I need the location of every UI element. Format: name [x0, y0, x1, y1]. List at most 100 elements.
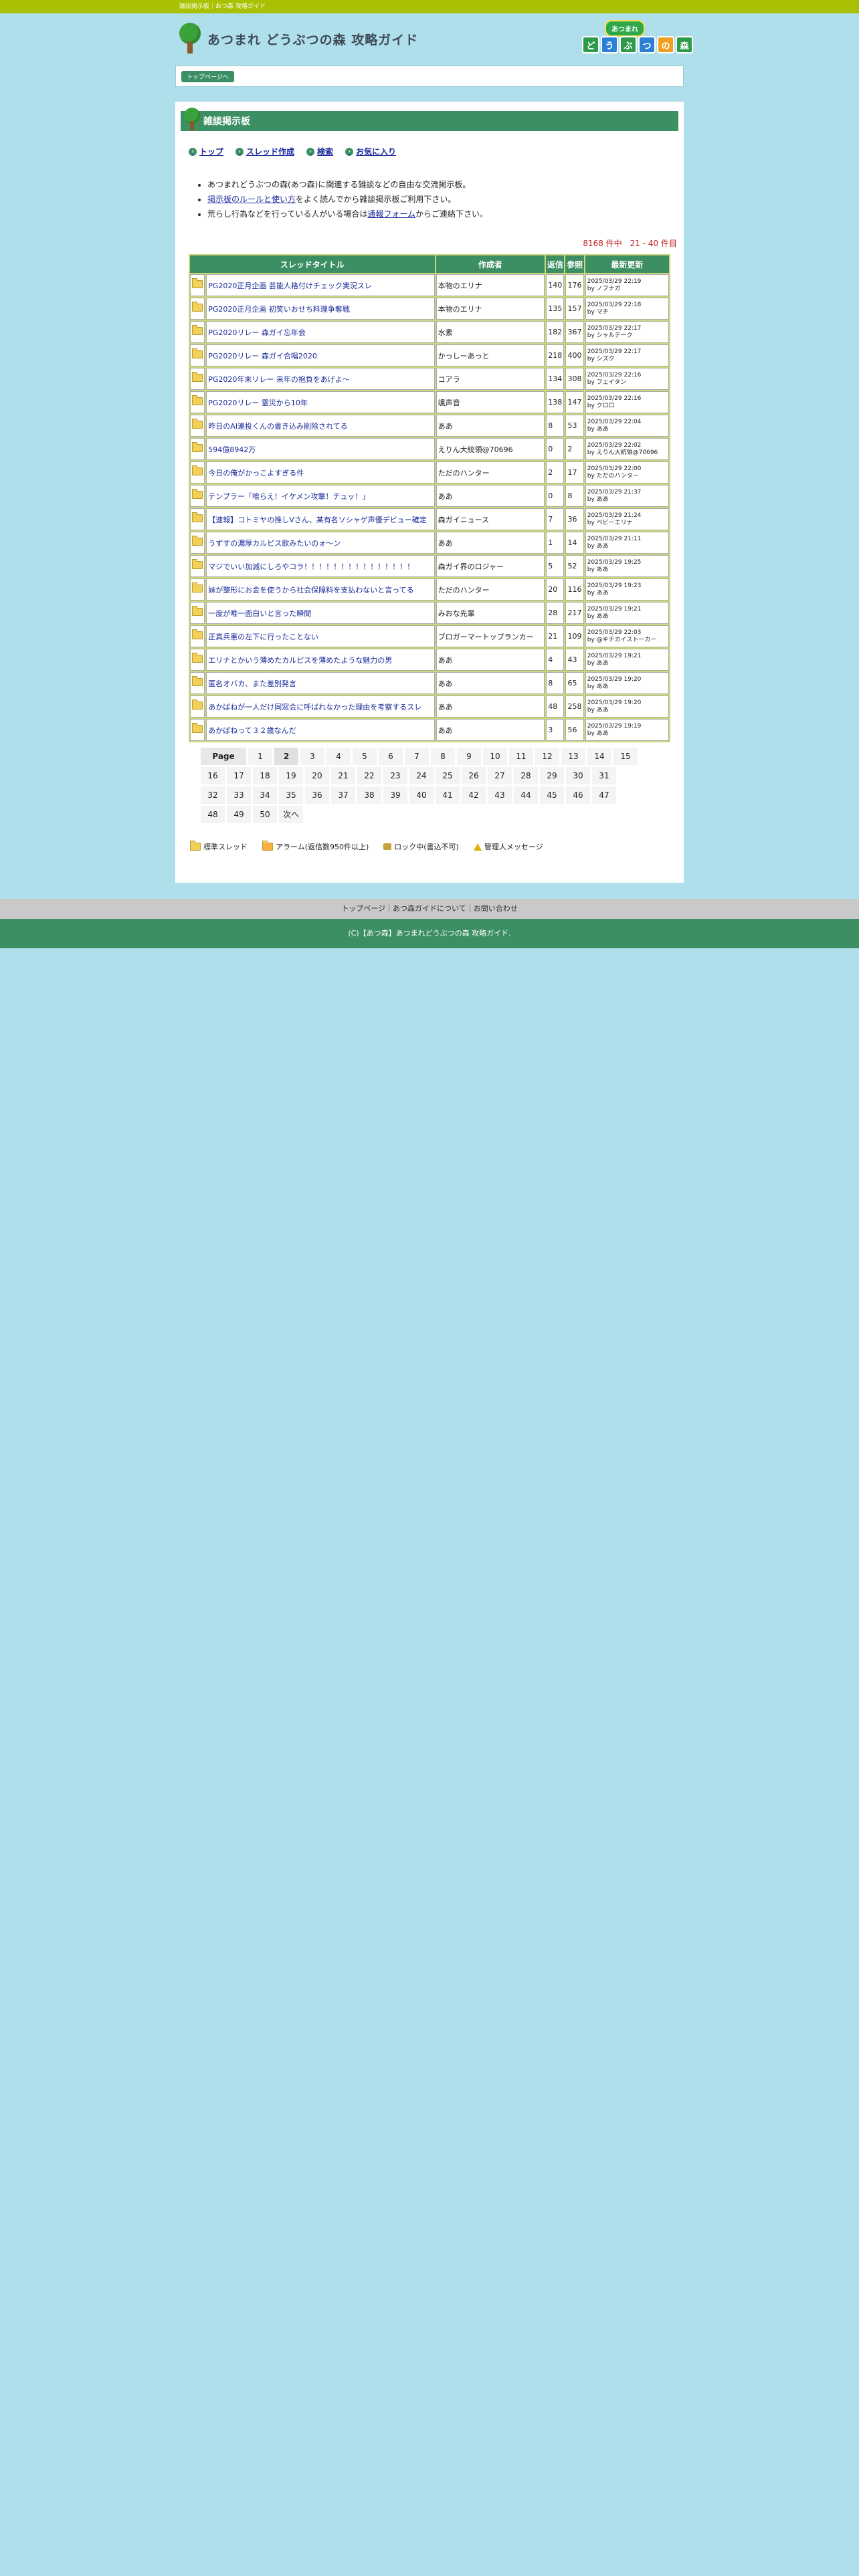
thread-title-link[interactable]: 一度が唯一面白いと言った瞬間 [208, 608, 432, 619]
page-link-28[interactable]: 28 [514, 767, 538, 784]
thread-title-link[interactable]: マジでいい加減にしろやコラ！！！！！！！！！！！！！！！ [208, 561, 432, 572]
page-link-31[interactable]: 31 [592, 767, 616, 784]
thread-title-link[interactable]: PG2020正月企画 初笑いおせち料理争奪戦 [208, 304, 432, 314]
thread-title-cell[interactable]: 594億8942万 [206, 438, 435, 460]
thread-title-link[interactable]: PG2020リレー 森ガイ忘年会 [208, 327, 432, 338]
page-link-44[interactable]: 44 [514, 786, 538, 804]
thread-title-cell[interactable]: PG2020リレー 森ガイ忘年会 [206, 321, 435, 343]
thread-title-cell[interactable]: PG2020正月企画 芸能人格付けチェック実況スレ [206, 274, 435, 296]
thread-title-cell[interactable]: あかばねが一人だけ同窓会に呼ばれなかった理由を考察するスレ [206, 695, 435, 718]
page-link-8[interactable]: 8 [431, 748, 455, 765]
page-link-38[interactable]: 38 [357, 786, 381, 804]
page-link-14[interactable]: 14 [587, 748, 611, 765]
thread-title-link[interactable]: 正真兵憲の左下に行ったことない [208, 631, 432, 642]
thread-title-cell[interactable]: 正真兵憲の左下に行ったことない [206, 625, 435, 647]
page-link-42[interactable]: 42 [462, 786, 486, 804]
thread-title-cell[interactable]: 今日の俺がかっこよすぎる件 [206, 461, 435, 484]
thread-title-link[interactable]: PG2020リレー 森ガイ合唱2020 [208, 350, 432, 361]
menu-favorites[interactable]: › お気に入り [345, 146, 396, 157]
page-link-16[interactable]: 16 [201, 767, 225, 784]
page-link-47[interactable]: 47 [592, 786, 616, 804]
page-link-21[interactable]: 21 [331, 767, 355, 784]
thread-title-cell[interactable]: あかばねって３２歳なんだ [206, 719, 435, 741]
thread-title-link[interactable]: テンプラー「喰らえ！イケメン攻撃！チュッ！」 [208, 491, 432, 502]
page-link-33[interactable]: 33 [227, 786, 251, 804]
thread-title-cell[interactable]: マジでいい加減にしろやコラ！！！！！！！！！！！！！！！ [206, 555, 435, 577]
page-link-1[interactable]: 1 [248, 748, 272, 765]
page-link-11[interactable]: 11 [509, 748, 533, 765]
page-link-7[interactable]: 7 [405, 748, 429, 765]
thread-title-cell[interactable]: 妹が整形にお金を使うから社会保障料を支払わないと言ってる [206, 578, 435, 601]
menu-search[interactable]: › 検索 [306, 146, 333, 157]
page-link-30[interactable]: 30 [566, 767, 590, 784]
thread-title-cell[interactable]: 匿名オバカ、また差別発言 [206, 672, 435, 694]
page-link-50[interactable]: 50 [253, 806, 277, 823]
page-link-24[interactable]: 24 [409, 767, 434, 784]
page-link-35[interactable]: 35 [279, 786, 303, 804]
page-link-5[interactable]: 5 [353, 748, 377, 765]
thread-title-link[interactable]: 妹が整形にお金を使うから社会保障料を支払わないと言ってる [208, 584, 432, 595]
thread-title-link[interactable]: 匿名オバカ、また差別発言 [208, 678, 432, 689]
thread-title-cell[interactable]: PG2020リレー 霊災から10年 [206, 391, 435, 413]
thread-title-cell[interactable]: テンプラー「喰らえ！イケメン攻撃！チュッ！」 [206, 485, 435, 507]
thread-title-link[interactable]: うずすの濃厚カルピス飲みたいのォ〜ン [208, 538, 432, 548]
page-link-20[interactable]: 20 [305, 767, 329, 784]
page-link-48[interactable]: 48 [201, 806, 225, 823]
page-link-12[interactable]: 12 [535, 748, 559, 765]
page-link-17[interactable]: 17 [227, 767, 251, 784]
page-link-29[interactable]: 29 [540, 767, 564, 784]
page-link-26[interactable]: 26 [462, 767, 486, 784]
thread-title-link[interactable]: エリナとかいう薄めたカルピスを薄めたような魅力の男 [208, 655, 432, 665]
thread-title-link[interactable]: PG2020年末リレー 来年の抱負をあげよ〜 [208, 374, 432, 385]
page-link-9[interactable]: 9 [457, 748, 481, 765]
page-link-18[interactable]: 18 [253, 767, 277, 784]
page-link-4[interactable]: 4 [326, 748, 351, 765]
menu-create-thread[interactable]: › スレッド作成 [235, 146, 294, 157]
thread-title-link[interactable]: 594億8942万 [208, 444, 432, 455]
page-link-41[interactable]: 41 [436, 786, 460, 804]
page-link-27[interactable]: 27 [488, 767, 512, 784]
thread-title-link[interactable]: 今日の俺がかっこよすぎる件 [208, 467, 432, 478]
top-page-button[interactable]: トップページへ [181, 70, 234, 82]
thread-title-cell[interactable]: うずすの濃厚カルピス飲みたいのォ〜ン [206, 532, 435, 554]
page-link-10[interactable]: 10 [483, 748, 507, 765]
site-logo[interactable]: あつまれ どうぶつの森 攻略ガイド [177, 23, 418, 55]
page-link-13[interactable]: 13 [561, 748, 585, 765]
thread-title-cell[interactable]: エリナとかいう薄めたカルピスを薄めたような魅力の男 [206, 649, 435, 671]
thread-title-cell[interactable]: 昨日のAI連投くんの書き込み削除されてる [206, 415, 435, 437]
page-link-2[interactable]: 2 [274, 748, 298, 765]
next-page-link[interactable]: 次へ [279, 806, 303, 823]
page-link-45[interactable]: 45 [540, 786, 564, 804]
page-link-36[interactable]: 36 [305, 786, 329, 804]
thread-title-cell[interactable]: PG2020年末リレー 来年の抱負をあげよ〜 [206, 368, 435, 390]
page-link-34[interactable]: 34 [253, 786, 277, 804]
page-link-22[interactable]: 22 [357, 767, 381, 784]
thread-title-link[interactable]: あかばねって３２歳なんだ [208, 725, 432, 736]
page-link-32[interactable]: 32 [201, 786, 225, 804]
thread-title-link[interactable]: あかばねが一人だけ同窓会に呼ばれなかった理由を考察するスレ [208, 702, 432, 712]
report-form-link[interactable]: 通報フォーム [367, 209, 415, 219]
thread-title-link[interactable]: PG2020リレー 霊災から10年 [208, 397, 432, 408]
thread-title-cell[interactable]: PG2020正月企画 初笑いおせち料理争奪戦 [206, 298, 435, 320]
page-link-46[interactable]: 46 [566, 786, 590, 804]
page-link-43[interactable]: 43 [488, 786, 512, 804]
page-link-39[interactable]: 39 [383, 786, 407, 804]
rules-link[interactable]: 掲示板のルールと使い方 [207, 195, 296, 204]
thread-title-link[interactable]: PG2020正月企画 芸能人格付けチェック実況スレ [208, 280, 432, 291]
thread-title-link[interactable]: 昨日のAI連投くんの書き込み削除されてる [208, 421, 432, 431]
page-link-37[interactable]: 37 [331, 786, 355, 804]
footer-links[interactable]: トップページ｜あつ森ガイドについて｜お問い合わせ [0, 899, 859, 919]
page-link-6[interactable]: 6 [379, 748, 403, 765]
page-link-23[interactable]: 23 [383, 767, 407, 784]
page-link-15[interactable]: 15 [613, 748, 638, 765]
thread-title-link[interactable]: 【速報】コトミヤの推しVさん、某有名ソシャゲ声優デビュー確定 [208, 514, 432, 525]
page-link-40[interactable]: 40 [409, 786, 434, 804]
page-link-49[interactable]: 49 [227, 806, 251, 823]
menu-top[interactable]: › トップ [189, 146, 223, 157]
thread-title-cell[interactable]: PG2020リレー 森ガイ合唱2020 [206, 344, 435, 366]
thread-title-cell[interactable]: 【速報】コトミヤの推しVさん、某有名ソシャゲ声優デビュー確定 [206, 508, 435, 530]
page-link-19[interactable]: 19 [279, 767, 303, 784]
page-link-3[interactable]: 3 [300, 748, 324, 765]
page-link-25[interactable]: 25 [436, 767, 460, 784]
thread-title-cell[interactable]: 一度が唯一面白いと言った瞬間 [206, 602, 435, 624]
